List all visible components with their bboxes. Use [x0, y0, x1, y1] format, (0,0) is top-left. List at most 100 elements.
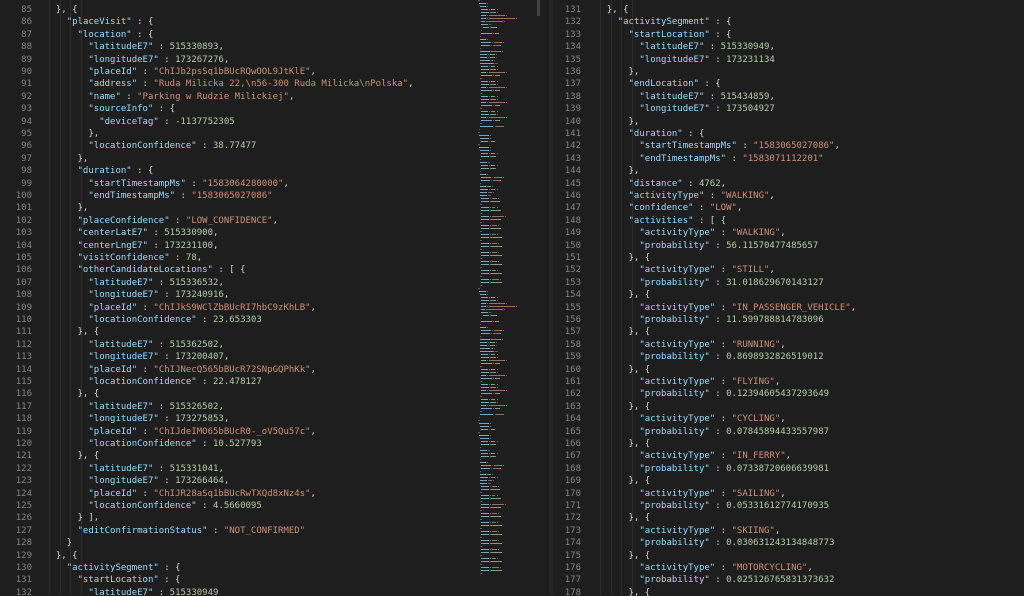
code-token: ,: [310, 426, 316, 437]
code-token: }, {: [45, 389, 100, 400]
code-token: },: [45, 203, 89, 214]
minimap-mark: [490, 60, 492, 61]
minimap-mark: [490, 252, 491, 253]
minimap-mark: [480, 462, 486, 463]
minimap-mark: [481, 18, 487, 19]
line-number: 107: [15, 277, 32, 288]
code-token: "placeVisit": [66, 17, 132, 28]
minimap-mark: [489, 543, 491, 544]
code-editor: 85 }, {86 "placeVisit" : {87 "location" …: [0, 0, 1024, 596]
minimap-mark: [490, 51, 492, 52]
minimap-mark: [489, 84, 491, 85]
code-token: "placeId": [88, 364, 138, 375]
minimap-mark: [487, 21, 503, 22]
code-text: "probability" : 0.12394605437293649: [596, 388, 829, 400]
minimap-mark: [497, 12, 498, 13]
minimap-mark: [481, 549, 490, 550]
code-token: :: [709, 389, 727, 400]
line-number: 96: [21, 141, 32, 152]
line-number: 150: [564, 240, 581, 251]
code-text: }, {: [596, 550, 651, 562]
minimap-mark: [482, 315, 489, 316]
line-number: 149: [564, 228, 581, 239]
minimap-mark: [481, 42, 492, 43]
code-token: ,: [774, 377, 781, 387]
minimap-mark: [496, 165, 498, 166]
minimap-mark: [487, 405, 488, 406]
minimap-mark: [481, 558, 490, 559]
code-token: 173275853: [175, 414, 224, 425]
code-token: :: [153, 401, 170, 412]
minimap-mark: [481, 408, 493, 409]
minimap-mark: [489, 387, 491, 388]
minimap-mark: [480, 222, 483, 223]
minimap-mark: [491, 237, 502, 238]
code-text: "placeVisit" : {: [45, 16, 154, 28]
minimap-mark: [490, 486, 491, 487]
minimap-mark: [490, 270, 491, 271]
minimap-mark: [497, 558, 498, 559]
scrollbar-thumb[interactable]: [537, 0, 540, 16]
line-number: 95: [21, 129, 32, 139]
line-number: 112: [15, 339, 32, 350]
minimap-mark: [494, 60, 495, 61]
code-token: "1583065027086": [753, 141, 835, 152]
code-token: 173504927: [726, 104, 775, 115]
code-text: "longitudeE7" : 173266464,: [45, 475, 229, 487]
code-token: "placeId": [88, 67, 138, 77]
minimap-mark: [490, 399, 496, 400]
minimap-mark: [481, 534, 489, 535]
code-text: "distance" : 4762,: [596, 178, 727, 190]
minimap-mark: [481, 153, 488, 154]
code-token: :: [147, 228, 165, 239]
code-token: : {: [698, 79, 721, 90]
code-token: "centerLngE7": [77, 240, 148, 251]
code-token: "ChIJNecQ565bBUcR72SNpGQPhKk": [153, 364, 311, 375]
minimap-mark: [490, 234, 491, 235]
minimap-mark: [491, 522, 497, 523]
minimap-mark: [481, 429, 488, 430]
line-number: 143: [564, 153, 581, 164]
code-text: "probability" : 56.11570477485657: [596, 240, 818, 252]
minimap-mark: [480, 294, 486, 295]
code-token: "latitudeE7": [88, 339, 154, 350]
minimap-mark: [492, 468, 501, 469]
minimap-mark: [489, 153, 490, 154]
minimap-mark: [480, 6, 486, 7]
line-number: 136: [564, 67, 581, 77]
line-number: 146: [564, 191, 581, 201]
minimap-mark: [480, 459, 482, 460]
code-token: "CYCLING": [731, 414, 781, 425]
minimap-mark: [481, 405, 487, 406]
line-number: 134: [564, 42, 581, 53]
code-text: "probability" : 0.8698932826519012: [596, 351, 823, 363]
minimap-mark: [489, 525, 491, 526]
minimap-mark: [489, 273, 491, 274]
minimap-mark: [488, 342, 489, 343]
minimap-mark: [480, 60, 490, 61]
minimap-mark: [489, 66, 490, 67]
code-token: :: [169, 215, 186, 226]
line-number: 129: [15, 550, 32, 561]
code-token: ,: [310, 302, 316, 313]
minimap-mark: [491, 531, 497, 532]
minimap-mark: [489, 156, 491, 157]
minimap-mark: [488, 54, 489, 55]
code-text: "latitudeE7" : 515330893,: [45, 41, 224, 53]
line-number: 137: [564, 79, 581, 90]
minimap-mark: [481, 264, 489, 265]
editor-pane-left[interactable]: 85 }, {86 "placeVisit" : {87 "location" …: [0, 0, 540, 596]
minimap-mark: [481, 117, 487, 118]
editor-pane-right[interactable]: 131 }, {132 "activitySegment" : {133 "st…: [553, 0, 1024, 596]
minimap-mark: [492, 180, 501, 181]
minimap[interactable]: [475, 0, 535, 596]
